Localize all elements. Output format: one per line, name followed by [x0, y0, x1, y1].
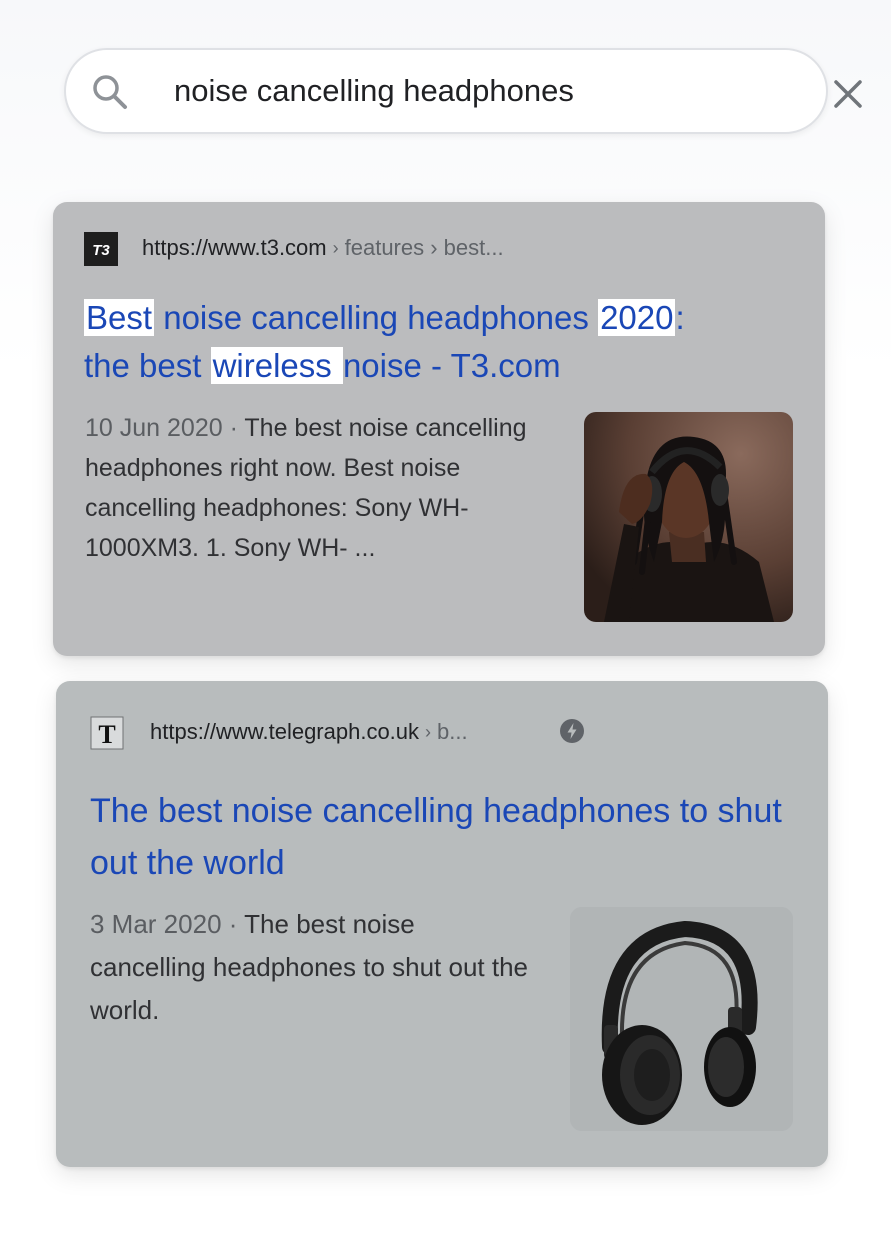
search-input[interactable]: [174, 68, 754, 114]
breadcrumb-separator: ›: [332, 237, 339, 258]
title-text: noise cancelling headphones: [154, 299, 599, 336]
close-icon[interactable]: [826, 72, 870, 116]
telegraph-logo-icon: T: [90, 716, 124, 750]
result-title-link[interactable]: The best noise cancelling headphones to …: [90, 785, 790, 889]
date-separator: ·: [222, 414, 245, 442]
result-url[interactable]: https://www.t3.com › features › best...: [142, 235, 504, 261]
breadcrumb-separator: ›: [425, 721, 432, 742]
highlight-term: wireless: [210, 347, 343, 384]
result-url-breadcrumb: b...: [437, 719, 468, 744]
amp-lightning-icon: [560, 719, 584, 743]
result-url[interactable]: https://www.telegraph.co.uk › b...: [150, 719, 468, 745]
date-separator: ·: [221, 909, 245, 939]
search-bar[interactable]: [64, 48, 862, 134]
result-url-breadcrumb: features › best...: [344, 235, 504, 260]
highlight-term: Best: [84, 299, 155, 336]
title-text: the best: [84, 347, 211, 384]
svg-text:T: T: [98, 720, 115, 749]
search-icon[interactable]: [88, 70, 132, 114]
result-snippet: 3 Mar 2020 · The best noise cancelling h…: [90, 903, 530, 1032]
result-snippet: 10 Jun 2020 · The best noise cancelling …: [85, 408, 555, 568]
result-date: 3 Mar 2020: [90, 909, 222, 939]
search-results-page: T3 https://www.t3.com › features › best.…: [0, 0, 891, 1245]
result-url-host: https://www.t3.com: [142, 235, 327, 260]
result-title-link[interactable]: Best noise cancelling headphones 2020: th…: [84, 294, 784, 390]
svg-text:T3: T3: [92, 242, 110, 259]
man-wearing-headphones-image[interactable]: [584, 412, 793, 622]
t3-logo-icon: T3: [84, 232, 118, 266]
headphones-product-image[interactable]: [570, 907, 793, 1131]
title-text: noise - T3.com: [342, 347, 561, 384]
title-text: :: [675, 299, 685, 336]
result-url-host: https://www.telegraph.co.uk: [150, 719, 420, 744]
highlight-term: 2020: [598, 299, 676, 336]
search-result-card[interactable]: T3 https://www.t3.com › features › best.…: [53, 202, 825, 656]
search-result-card[interactable]: T https://www.telegraph.co.uk › b... The…: [56, 681, 828, 1167]
result-date: 10 Jun 2020: [85, 414, 223, 442]
